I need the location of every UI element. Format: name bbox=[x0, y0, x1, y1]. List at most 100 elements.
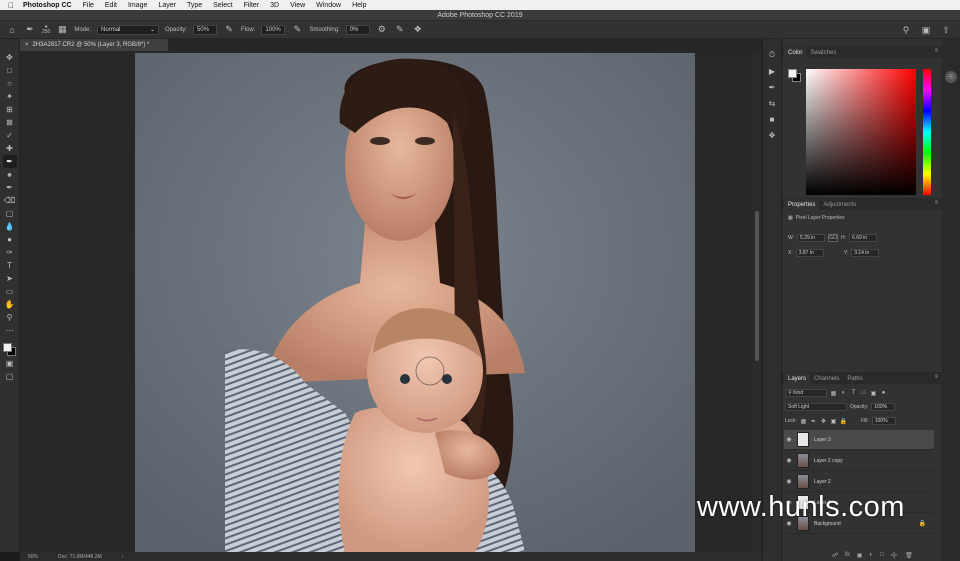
width-field[interactable]: 5.29 in bbox=[797, 234, 826, 242]
fill-field[interactable]: 100% bbox=[871, 417, 896, 425]
healing-brush-tool-icon[interactable]: ✚ bbox=[3, 142, 17, 155]
panel-fg-bg-colors[interactable] bbox=[788, 69, 802, 83]
filter-type-icon[interactable]: T bbox=[850, 390, 857, 397]
document-canvas[interactable] bbox=[135, 53, 695, 552]
tab-swatches[interactable]: Swatches bbox=[806, 47, 840, 58]
brush-settings-icon[interactable]: ▦ bbox=[56, 24, 68, 36]
menu-filter[interactable]: Filter bbox=[244, 2, 260, 9]
opacity-field[interactable]: 50% bbox=[193, 24, 218, 35]
lock-transparent-icon[interactable]: ▦ bbox=[800, 418, 807, 425]
panel-foreground-color[interactable] bbox=[788, 69, 797, 78]
lock-artboard-icon[interactable]: ▣ bbox=[830, 418, 837, 425]
gear-icon[interactable]: ⚙ bbox=[376, 24, 388, 36]
eye-icon[interactable]: ◉ bbox=[784, 436, 794, 443]
path-select-tool-icon[interactable]: ➤ bbox=[3, 272, 17, 285]
pressure-opacity-icon[interactable]: ✎ bbox=[223, 24, 235, 36]
brush-tool-icon[interactable]: ✒ bbox=[2, 155, 17, 168]
link-icon[interactable]: GO bbox=[828, 234, 839, 242]
menu-window[interactable]: Window bbox=[316, 2, 341, 9]
history-icon[interactable]: ⏱ bbox=[766, 49, 778, 61]
tab-properties[interactable]: Properties bbox=[784, 199, 820, 210]
panel-menu-icon[interactable]: ≡ bbox=[934, 374, 938, 380]
workspace-icon[interactable]: ▣ bbox=[920, 24, 932, 36]
pressure-size-icon[interactable]: ✎ bbox=[394, 24, 406, 36]
fx-icon[interactable]: fx bbox=[845, 552, 850, 559]
doc-info[interactable]: Doc: 71.0M/448.2M bbox=[58, 554, 102, 560]
blur-tool-icon[interactable]: 💧 bbox=[3, 220, 17, 233]
lock-all-icon[interactable]: 🔒 bbox=[840, 418, 847, 425]
actions-play-icon[interactable]: ▶ bbox=[766, 65, 778, 77]
canvas-area[interactable] bbox=[20, 51, 762, 552]
brush-tool-icon[interactable]: ✒ bbox=[24, 24, 36, 36]
marquee-tool-icon[interactable]: □ bbox=[3, 64, 17, 77]
zoom-tool-icon[interactable]: ⚲ bbox=[3, 311, 17, 324]
fg-bg-colors[interactable] bbox=[2, 343, 17, 357]
menu-app-name[interactable]: Photoshop CC bbox=[23, 2, 72, 9]
menu-type[interactable]: Type bbox=[187, 2, 202, 9]
link-layers-icon[interactable]: ☍ bbox=[832, 552, 838, 559]
menu-image[interactable]: Image bbox=[128, 2, 147, 9]
rectangle-tool-icon[interactable]: ▭ bbox=[3, 285, 17, 298]
lock-position-icon[interactable]: ✥ bbox=[820, 418, 827, 425]
menu-layer[interactable]: Layer bbox=[158, 2, 176, 9]
panel-menu-icon[interactable]: ≡ bbox=[934, 48, 938, 54]
lock-image-icon[interactable]: ✒ bbox=[810, 418, 817, 425]
group-folder-icon[interactable]: □ bbox=[880, 552, 884, 559]
tab-layers[interactable]: Layers bbox=[784, 373, 811, 384]
flow-field[interactable]: 100% bbox=[261, 24, 286, 35]
pen-tool-icon[interactable]: ✑ bbox=[3, 246, 17, 259]
quick-mask-icon[interactable]: ▣ bbox=[3, 357, 17, 370]
tab-color[interactable]: Color bbox=[784, 47, 807, 58]
menu-view[interactable]: View bbox=[290, 2, 305, 9]
close-icon[interactable]: × bbox=[25, 42, 29, 48]
layer-opacity-field[interactable]: 100% bbox=[871, 403, 896, 411]
saturation-brightness-field[interactable] bbox=[806, 69, 916, 195]
zoom-level[interactable]: 50% bbox=[28, 554, 38, 560]
filter-toggle-icon[interactable]: ● bbox=[880, 390, 887, 397]
dodge-tool-icon[interactable]: ● bbox=[3, 233, 17, 246]
panel-menu-icon[interactable]: ≡ bbox=[934, 200, 938, 206]
menu-edit[interactable]: Edit bbox=[105, 2, 117, 9]
symmetry-icon[interactable]: ❖ bbox=[412, 24, 424, 36]
lock-icon[interactable]: 🔒 bbox=[919, 520, 926, 527]
height-field[interactable]: 6.69 in bbox=[849, 234, 878, 242]
layer-filter-select[interactable]: ⚲ Kind bbox=[785, 389, 827, 397]
adjust-icon[interactable]: ⇆ bbox=[766, 97, 778, 109]
scrollbar-thumb[interactable] bbox=[755, 211, 759, 361]
tab-paths[interactable]: Paths bbox=[843, 373, 866, 384]
eye-icon[interactable]: ◉ bbox=[784, 457, 794, 464]
move-tool-icon[interactable]: ✥ bbox=[3, 51, 17, 64]
type-tool-icon[interactable]: T bbox=[3, 259, 17, 272]
trash-icon[interactable]: 🗑 bbox=[905, 552, 913, 559]
lasso-tool-icon[interactable]: ○ bbox=[3, 77, 17, 90]
navigator-icon[interactable]: ❖ bbox=[766, 129, 778, 141]
foreground-color[interactable] bbox=[2, 343, 12, 352]
x-field[interactable]: 3.87 in bbox=[795, 249, 824, 257]
eraser-tool-icon[interactable]: ⌫ bbox=[3, 194, 17, 207]
clone-stamp-tool-icon[interactable]: ♠ bbox=[3, 168, 17, 181]
brush-preset-picker[interactable]: ● 250 bbox=[42, 24, 50, 35]
smoothing-field[interactable]: 0% bbox=[345, 24, 370, 35]
gradient-tool-icon[interactable]: ▢ bbox=[3, 207, 17, 220]
blend-mode-select[interactable]: Soft Light bbox=[785, 403, 847, 411]
filter-smart-object-icon[interactable]: ▣ bbox=[870, 390, 877, 397]
share-icon[interactable]: ⇧ bbox=[940, 24, 952, 36]
learn-icon[interactable]: ☉ bbox=[945, 71, 957, 83]
eye-icon[interactable]: ◉ bbox=[784, 478, 794, 485]
mode-select[interactable]: Normal ⌄ bbox=[97, 24, 160, 35]
more-tools-icon[interactable]: ⋯ bbox=[3, 324, 17, 337]
filter-adjustment-icon[interactable]: ◐ bbox=[840, 390, 847, 397]
document-tab[interactable]: × 2H3A2817.CR2 @ 50% (Layer 3, RGB/8*) * bbox=[20, 39, 168, 51]
brush-settings-panel-icon[interactable]: ✒ bbox=[766, 81, 778, 93]
adjustment-layer-icon[interactable]: ◐ bbox=[869, 552, 873, 559]
menu-help[interactable]: Help bbox=[352, 2, 366, 9]
menu-file[interactable]: File bbox=[83, 2, 94, 9]
home-icon[interactable]: ⌂ bbox=[6, 24, 18, 36]
tab-channels[interactable]: Channels bbox=[810, 373, 843, 384]
filter-shape-icon[interactable]: □ bbox=[860, 390, 867, 397]
menu-3d[interactable]: 3D bbox=[270, 2, 279, 9]
layer-row[interactable]: ◉ Layer 3 bbox=[784, 430, 934, 450]
layer-row[interactable]: ◉ Layer 2 bbox=[784, 472, 934, 492]
tab-adjustments[interactable]: Adjustments bbox=[819, 199, 860, 210]
search-icon[interactable]: ⚲ bbox=[900, 24, 912, 36]
